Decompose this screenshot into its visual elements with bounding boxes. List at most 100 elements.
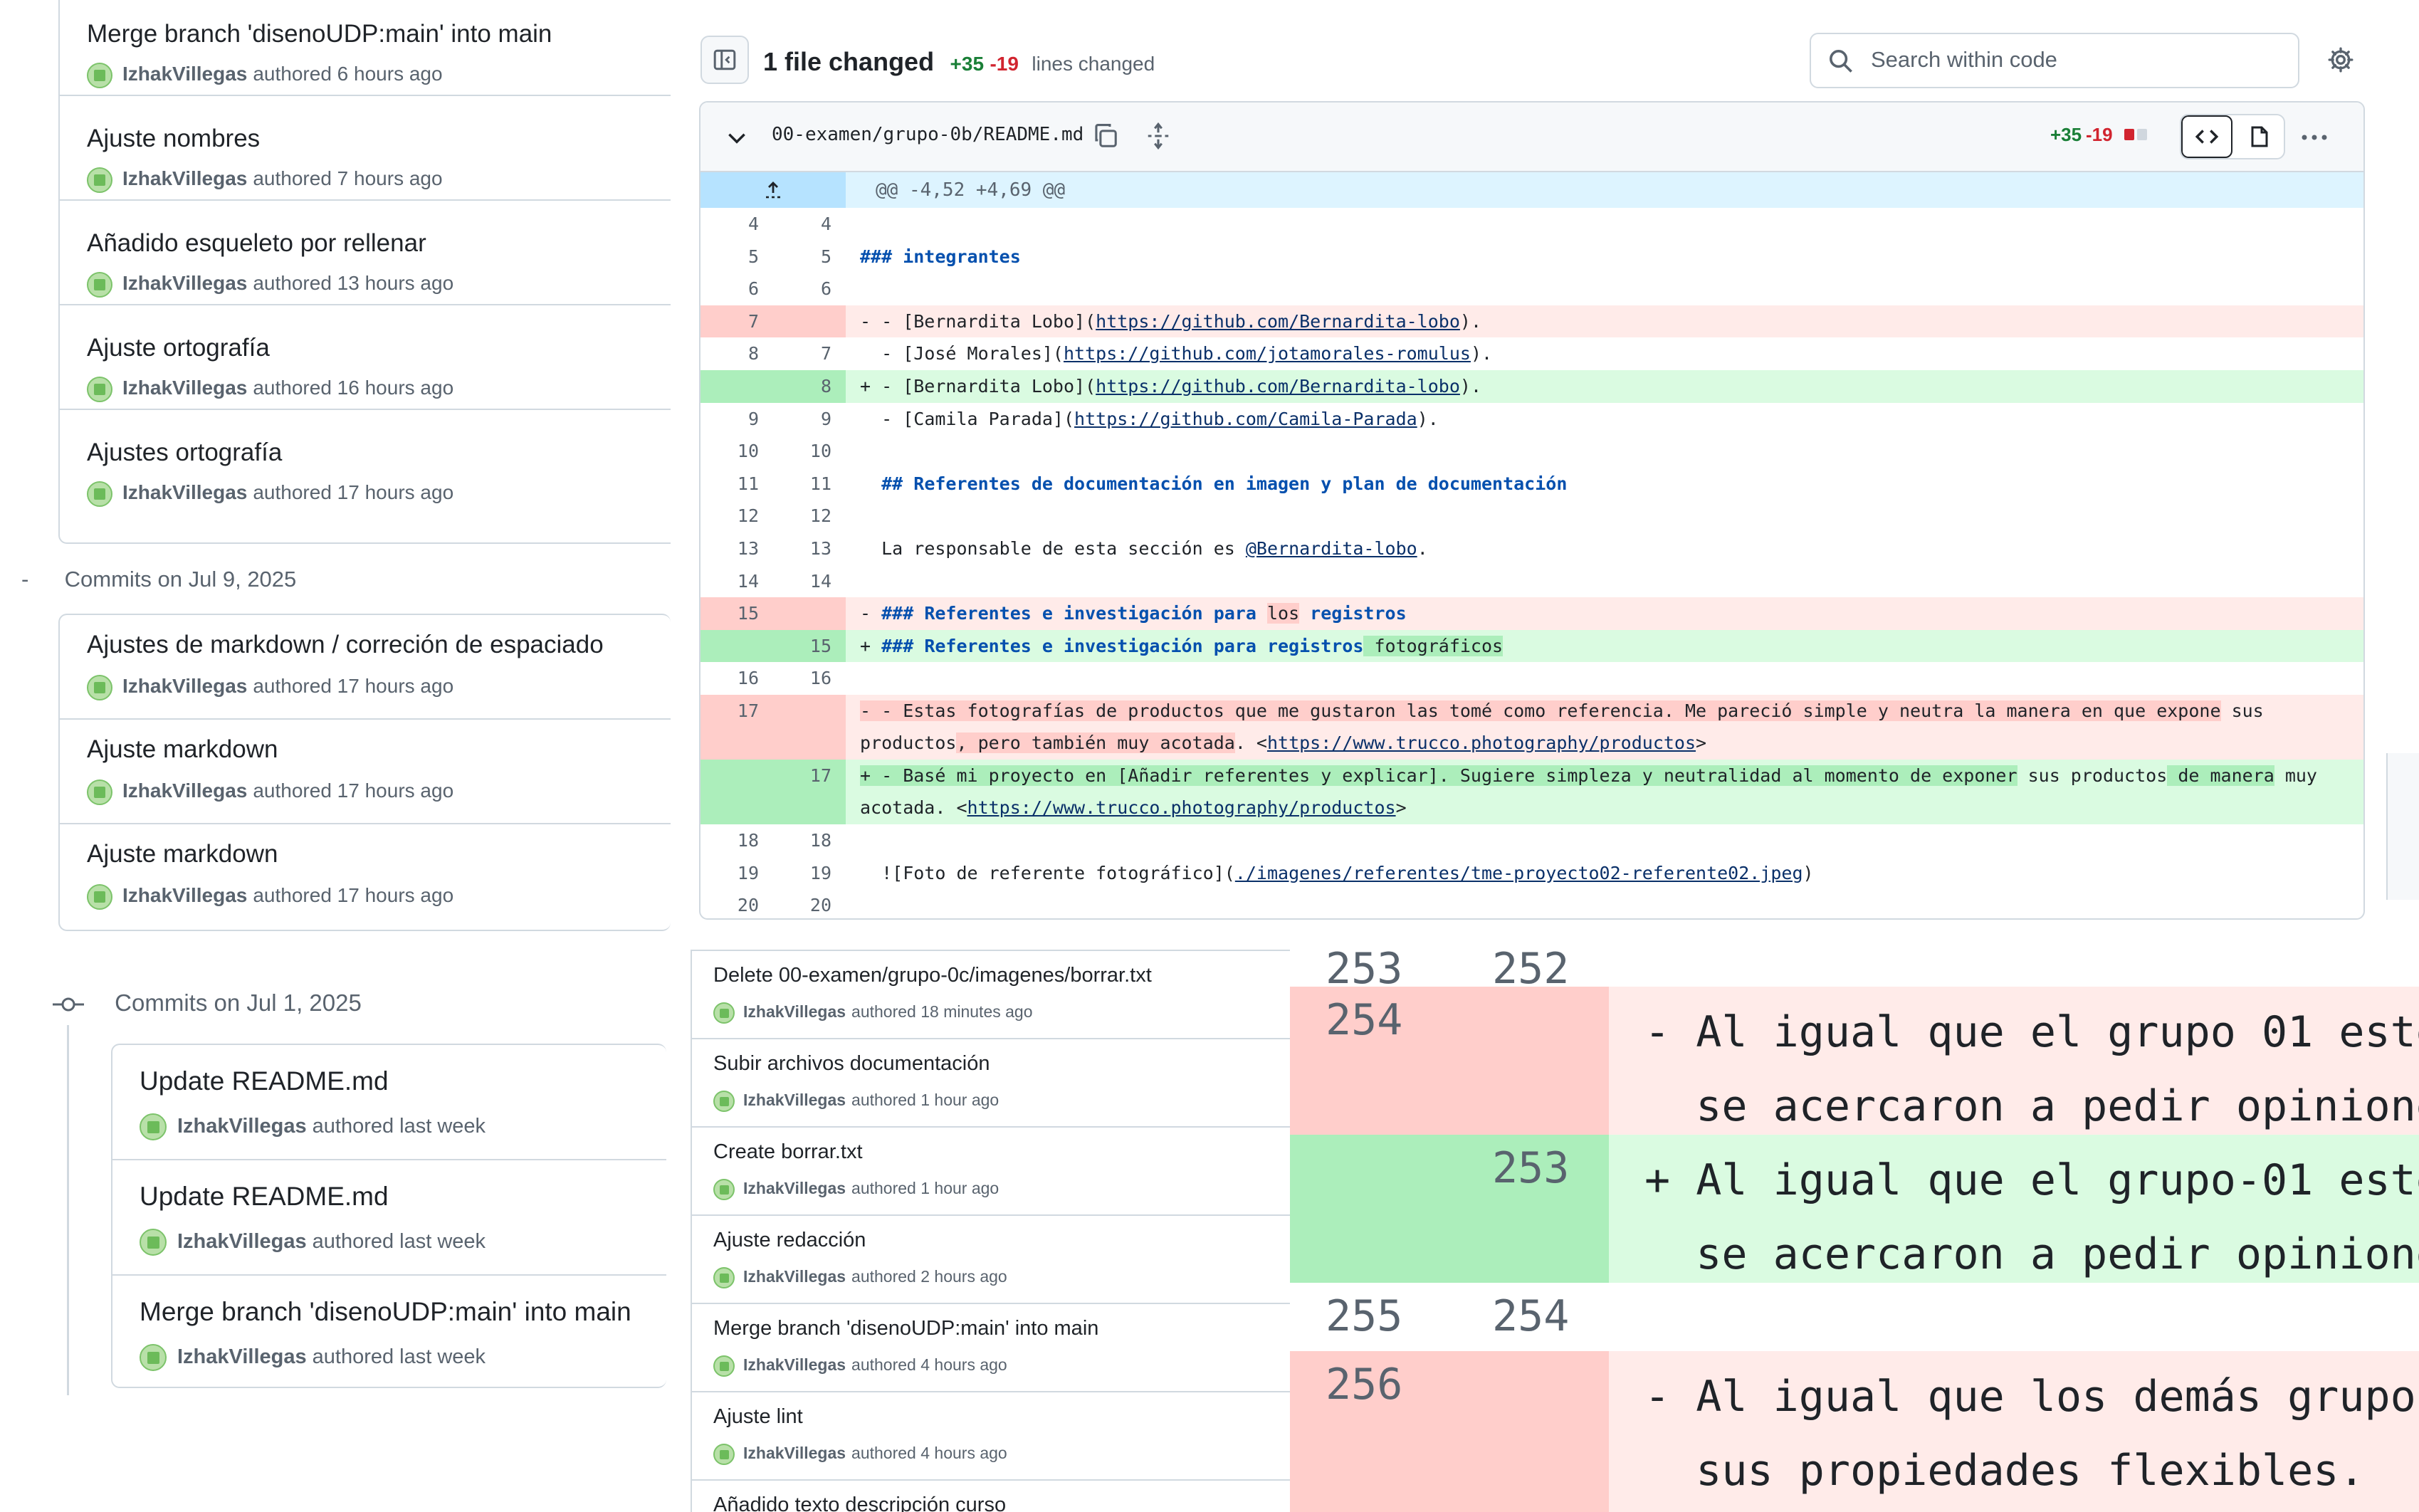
new-line-number[interactable]: 252: [1435, 935, 1609, 994]
commit-item[interactable]: Delete 00-examen/grupo-0c/imagenes/borra…: [692, 951, 1290, 1039]
commit-title[interactable]: Create borrar.txt: [713, 1140, 863, 1164]
avatar[interactable]: [713, 1444, 735, 1465]
new-line-number[interactable]: 13: [773, 532, 846, 565]
code-link[interactable]: https://github.com/Bernardita-lobo: [1096, 376, 1460, 397]
old-line-number[interactable]: 19: [700, 857, 773, 890]
commit-title[interactable]: Ajuste nombres: [87, 125, 260, 153]
commit-item[interactable]: Update README.md IzhakVillegas authored la…: [112, 1160, 666, 1276]
new-line-number[interactable]: 14: [773, 565, 846, 598]
commit-item[interactable]: Merge branch 'disenoUDP:main' into main I…: [60, 0, 671, 96]
toggle-file-tree-button[interactable]: [700, 36, 749, 84]
expand-up-button[interactable]: [700, 172, 846, 208]
commit-author-link[interactable]: IzhakVillegas: [743, 1444, 846, 1462]
old-line-number[interactable]: 15: [700, 597, 773, 630]
avatar[interactable]: [87, 167, 112, 193]
new-line-number[interactable]: [773, 305, 846, 338]
new-line-number[interactable]: 4: [773, 208, 846, 241]
avatar[interactable]: [87, 63, 112, 88]
avatar[interactable]: [140, 1229, 167, 1256]
new-line-number[interactable]: 254: [1435, 1283, 1609, 1351]
old-line-number[interactable]: 7: [700, 305, 773, 338]
old-line-number[interactable]: 6: [700, 273, 773, 305]
commit-title[interactable]: Update README.md: [140, 1066, 389, 1096]
old-line-number[interactable]: 255: [1290, 1283, 1435, 1351]
old-line-number[interactable]: 14: [700, 565, 773, 598]
commit-author-link[interactable]: IzhakVillegas: [743, 1267, 846, 1286]
new-line-number[interactable]: 12: [773, 500, 846, 532]
file-path[interactable]: 00-examen/grupo-0b/README.md: [772, 124, 1083, 145]
avatar[interactable]: [713, 1267, 735, 1288]
commit-author-link[interactable]: IzhakVillegas: [122, 272, 247, 294]
new-line-number[interactable]: 11: [773, 468, 846, 500]
new-line-number[interactable]: [1435, 1351, 1609, 1512]
commit-title[interactable]: Añadido esqueleto por rellenar: [87, 229, 426, 258]
commit-author-link[interactable]: IzhakVillegas: [122, 377, 247, 399]
commit-item[interactable]: Subir archivos documentación IzhakVillega…: [692, 1039, 1290, 1128]
old-line-number[interactable]: 4: [700, 208, 773, 241]
avatar[interactable]: [87, 884, 112, 910]
commit-item[interactable]: Ajuste markdown IzhakVillegas authored 17 …: [60, 824, 671, 929]
copy-icon[interactable]: [1092, 122, 1119, 149]
commit-title[interactable]: Delete 00-examen/grupo-0c/imagenes/borra…: [713, 964, 1152, 987]
avatar[interactable]: [87, 481, 112, 507]
commit-author-link[interactable]: IzhakVillegas: [743, 1355, 846, 1374]
new-line-number[interactable]: 19: [773, 857, 846, 890]
old-line-number[interactable]: 13: [700, 532, 773, 565]
commit-title[interactable]: Subir archivos documentación: [713, 1052, 990, 1076]
new-line-number[interactable]: 17: [773, 759, 846, 824]
code-link[interactable]: ./imagenes/referentes/tme-proyecto02-ref…: [1235, 863, 1803, 883]
commit-item[interactable]: Ajustes ortografía IzhakVillegas authored …: [60, 410, 671, 515]
new-line-number[interactable]: [773, 694, 846, 760]
old-line-number[interactable]: [1290, 1135, 1435, 1283]
commit-item[interactable]: Añadido esqueleto por rellenar IzhakVille…: [60, 201, 671, 305]
commit-title[interactable]: Merge branch 'disenoUDP:main' into main: [713, 1317, 1098, 1340]
commit-item[interactable]: Añadido texto descripción curso: [692, 1481, 1290, 1512]
commit-title[interactable]: Merge branch 'disenoUDP:main' into main: [87, 20, 552, 48]
old-line-number[interactable]: 254: [1290, 987, 1435, 1135]
avatar[interactable]: [713, 1091, 735, 1112]
old-line-number[interactable]: [700, 369, 773, 403]
old-line-number[interactable]: 20: [700, 889, 773, 918]
commit-title[interactable]: Ajuste markdown: [87, 840, 278, 868]
code-link[interactable]: https://github.com/jotamorales-romulus: [1064, 343, 1471, 364]
new-line-number[interactable]: 8: [773, 369, 846, 403]
commit-title[interactable]: Ajustes de markdown / correción de espac…: [87, 631, 604, 659]
new-line-number[interactable]: 16: [773, 662, 846, 695]
more-options-button[interactable]: [2289, 121, 2339, 154]
commit-item[interactable]: Create borrar.txt IzhakVillegas authored 1…: [692, 1128, 1290, 1216]
commit-item[interactable]: Ajuste markdown IzhakVillegas authored 17 …: [60, 720, 671, 824]
commit-item[interactable]: Ajuste redacción IzhakVillegas authored 2 …: [692, 1216, 1290, 1304]
new-line-number[interactable]: 20: [773, 889, 846, 918]
commit-author-link[interactable]: IzhakVillegas: [122, 63, 247, 85]
new-line-number[interactable]: 253: [1435, 1135, 1609, 1283]
code-link[interactable]: https://github.com/Bernardita-lobo: [1096, 311, 1460, 332]
avatar[interactable]: [713, 1179, 735, 1200]
old-line-number[interactable]: 9: [700, 403, 773, 436]
diff-settings-button[interactable]: [2319, 38, 2362, 81]
code-link[interactable]: https://github.com/Camila-Parada: [1074, 409, 1417, 429]
old-line-number[interactable]: 18: [700, 824, 773, 857]
commit-item[interactable]: Update README.md IzhakVillegas authored la…: [112, 1045, 666, 1160]
commit-item[interactable]: Ajuste ortografía IzhakVillegas authored 1…: [60, 305, 671, 410]
old-line-number[interactable]: 10: [700, 435, 773, 468]
commit-author-link[interactable]: IzhakVillegas: [122, 779, 247, 802]
commit-author-link[interactable]: IzhakVillegas: [743, 1091, 846, 1109]
commit-author-link[interactable]: IzhakVillegas: [177, 1115, 307, 1138]
new-line-number[interactable]: 7: [773, 337, 846, 370]
commit-title[interactable]: Update README.md: [140, 1182, 389, 1212]
expand-all-icon[interactable]: [1145, 122, 1172, 149]
commit-author-link[interactable]: IzhakVillegas: [177, 1230, 307, 1253]
commit-item[interactable]: Ajuste nombres IzhakVillegas authored 7 ho…: [60, 96, 671, 201]
avatar[interactable]: [140, 1113, 167, 1140]
commit-title[interactable]: Ajuste lint: [713, 1405, 803, 1429]
new-line-number[interactable]: [773, 597, 846, 630]
commit-item[interactable]: Ajustes de markdown / correción de espac…: [60, 615, 671, 720]
commit-title[interactable]: Ajuste redacción: [713, 1229, 866, 1252]
new-line-number[interactable]: 5: [773, 241, 846, 273]
new-line-number[interactable]: 10: [773, 435, 846, 468]
old-line-number[interactable]: [700, 629, 773, 663]
commit-item[interactable]: Merge branch 'disenoUDP:main' into main I…: [692, 1304, 1290, 1392]
code-link[interactable]: @Bernardita-lobo: [1246, 538, 1417, 559]
avatar[interactable]: [140, 1344, 167, 1371]
commit-title[interactable]: Ajuste ortografía: [87, 334, 270, 362]
